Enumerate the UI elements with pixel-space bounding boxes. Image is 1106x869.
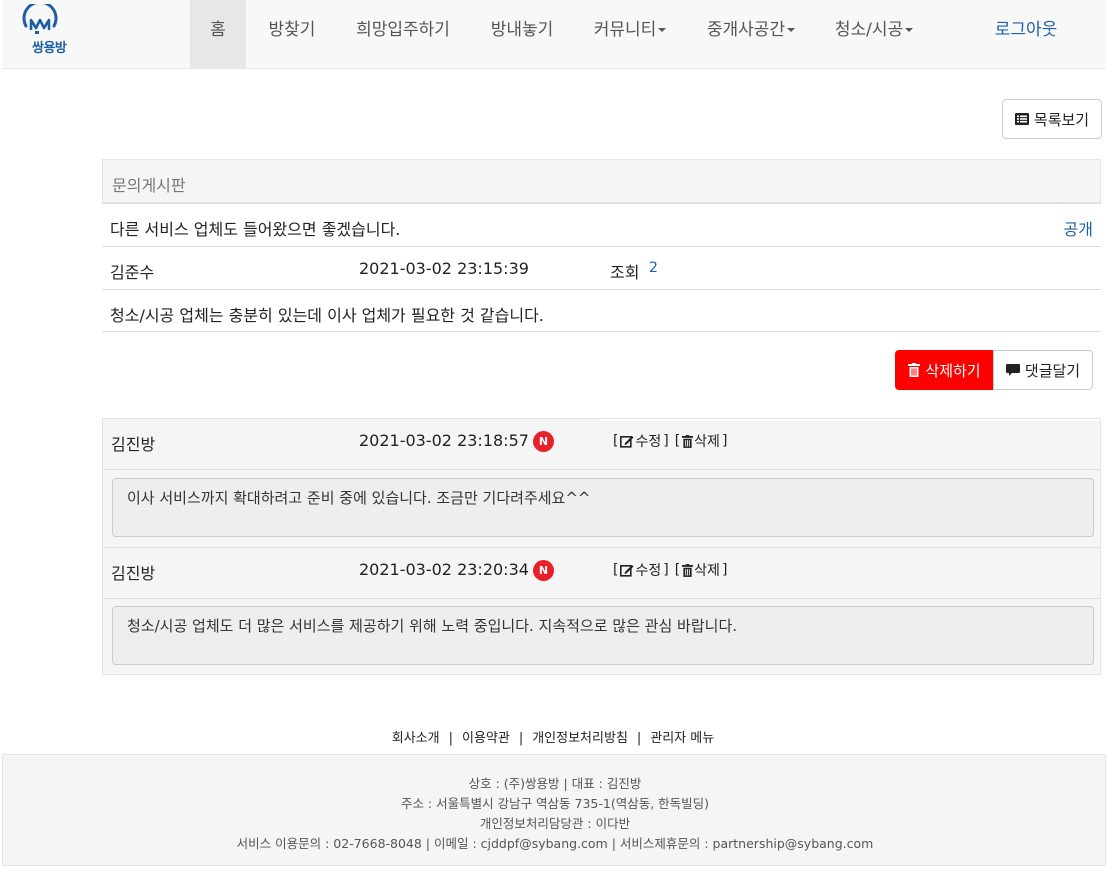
post-content-row: 청소/시공 업체는 충분히 있는데 이사 업체가 필요한 것 같습니다. xyxy=(102,289,1101,332)
post-meta-row: 김준수 2021-03-02 23:15:39 조회 2 xyxy=(102,246,1101,289)
add-comment-button-label: 댓글달기 xyxy=(1024,361,1081,380)
navbar: 쌍용방 홈 방찾기 희망입주하기 방내놓기 커뮤니티 중개사공간 청소/시공 로… xyxy=(2,0,1106,69)
post-datetime: 2021-03-02 23:15:39 xyxy=(359,259,529,278)
nav-home-label: 홈 xyxy=(210,20,226,40)
footer-link-terms[interactable]: 이용약관 xyxy=(462,731,510,746)
nav-home[interactable]: 홈 xyxy=(190,0,246,68)
comment-body: 청소/시공 업체도 더 많은 서비스를 제공하기 위해 노력 중입니다. 지속적… xyxy=(112,606,1094,665)
comment-delete-label: 삭제 xyxy=(694,434,720,450)
list-icon xyxy=(1014,113,1029,125)
brand-logo[interactable]: 쌍용방 xyxy=(18,4,88,60)
footer-link-privacy[interactable]: 개인정보처리방침 xyxy=(532,731,628,746)
comment-edit-link[interactable]: 수정 xyxy=(620,560,661,580)
list-view-button-label: 목록보기 xyxy=(1033,110,1090,129)
post-title-row: 다른 서비스 업체도 들어왔으면 좋겠습니다. 공개 xyxy=(102,203,1101,246)
comment-datetime-text: 2021-03-02 23:20:34 xyxy=(359,560,529,579)
post-views-label: 조회 xyxy=(610,263,640,282)
divider xyxy=(103,469,1100,470)
comment-delete-link[interactable]: 삭제 xyxy=(682,431,720,451)
post-content: 청소/시공 업체는 충분히 있는데 이사 업체가 필요한 것 같습니다. xyxy=(110,306,544,325)
nav-find-room-label: 방찾기 xyxy=(268,20,316,40)
comment-edit-link[interactable]: 수정 xyxy=(620,431,661,451)
post-author: 김준수 xyxy=(110,263,155,282)
brand-name: 쌍용방 xyxy=(32,41,67,56)
trash-icon xyxy=(682,434,694,448)
trash-icon xyxy=(682,563,694,577)
comment-list: 김진방 2021-03-02 23:18:57 N [ 수정 ] [ 삭제 ] 이… xyxy=(102,418,1101,675)
comment-delete-label: 삭제 xyxy=(694,563,720,579)
comment-header: 김진방 2021-03-02 23:18:57 N [ 수정 ] [ 삭제 ] xyxy=(103,419,1100,469)
board-name: 문의게시판 xyxy=(112,176,186,195)
separator: | xyxy=(448,731,453,746)
footer-contact: 서비스 이용문의 : 02-7668-8048 | 이메일 : cjddpf@s… xyxy=(236,836,874,851)
footer-address: 주소 : 서울특별시 강남구 역삼동 735-1(역삼동, 한독빌딩) xyxy=(400,796,710,811)
board-header: 문의게시판 xyxy=(102,159,1101,203)
bracket-open: [ xyxy=(674,562,681,578)
footer-privacy-officer: 개인정보처리담당관 : 이다반 xyxy=(479,816,631,831)
bracket-close: ] xyxy=(721,562,728,578)
edit-icon xyxy=(620,564,634,577)
footer-link-about[interactable]: 회사소개 xyxy=(392,731,440,746)
nav-cleaning-dropdown[interactable]: 청소/시공 xyxy=(828,0,920,68)
nav-cleaning-label: 청소/시공 xyxy=(834,20,904,40)
comment-actions: [ 수정 ] [ 삭제 ] xyxy=(613,560,727,580)
delete-post-button-label: 삭제하기 xyxy=(925,361,981,380)
bracket-close: ] xyxy=(663,433,669,449)
separator: | xyxy=(518,731,524,746)
comment-datetime-text: 2021-03-02 23:18:57 xyxy=(359,431,529,450)
divider xyxy=(103,598,1100,599)
nav-community-label: 커뮤니티 xyxy=(593,20,657,40)
comment-header: 김진방 2021-03-02 23:20:34 N [ 수정 ] [ 삭제 ] xyxy=(103,548,1100,598)
footer-company: 상호 : (주)쌍용방 | 대표 : 김진방 xyxy=(468,776,642,791)
new-badge: N xyxy=(532,560,554,581)
post-visibility: 공개 xyxy=(1063,220,1093,239)
trash-icon xyxy=(908,363,921,377)
nav-logout[interactable]: 로그아웃 xyxy=(986,0,1066,68)
footer-info: 상호 : (주)쌍용방 | 대표 : 김진방 주소 : 서울특별시 강남구 역삼… xyxy=(2,754,1106,866)
footer-links: 회사소개 | 이용약관 | 개인정보처리방침 | 관리자 메뉴 xyxy=(0,727,1106,746)
comment-delete-link[interactable]: 삭제 xyxy=(682,560,720,580)
post-views-count: 2 xyxy=(649,260,658,276)
bracket-open: [ xyxy=(674,433,681,449)
comment-datetime: 2021-03-02 23:20:34 N xyxy=(359,560,554,581)
comment-content: 이사 서비스까지 확대하려고 준비 중에 있습니다. 조금만 기다려주세요^^ xyxy=(127,489,591,507)
comment-body: 이사 서비스까지 확대하려고 준비 중에 있습니다. 조금만 기다려주세요^^ xyxy=(112,478,1094,537)
bracket-open: [ xyxy=(613,433,619,449)
separator: | xyxy=(636,731,642,746)
add-comment-button[interactable]: 댓글달기 xyxy=(993,350,1093,390)
bracket-open: [ xyxy=(613,562,619,578)
nav-wish-move-label: 희망입주하기 xyxy=(356,20,450,40)
new-badge: N xyxy=(532,431,554,452)
nav-broker-dropdown[interactable]: 중개사공간 xyxy=(700,0,802,68)
comment-author: 김진방 xyxy=(111,564,156,583)
nav-community-dropdown[interactable]: 커뮤니티 xyxy=(587,0,673,68)
bracket-close: ] xyxy=(721,433,728,449)
nav-find-room[interactable]: 방찾기 xyxy=(260,0,324,68)
comment-edit-label: 수정 xyxy=(635,563,662,579)
caret-down-icon xyxy=(658,28,667,32)
nav-list-room[interactable]: 방내놓기 xyxy=(482,0,562,68)
nav-broker-label: 중개사공간 xyxy=(706,20,786,40)
caret-down-icon xyxy=(905,28,914,32)
list-view-button[interactable]: 목록보기 xyxy=(1002,99,1102,139)
comment-icon xyxy=(1005,363,1020,376)
comment-actions: [ 수정 ] [ 삭제 ] xyxy=(613,431,727,451)
delete-post-button[interactable]: 삭제하기 xyxy=(895,350,994,390)
footer-link-admin[interactable]: 관리자 메뉴 xyxy=(650,731,714,746)
comment-author: 김진방 xyxy=(111,435,156,454)
edit-icon xyxy=(620,435,634,448)
comment-datetime: 2021-03-02 23:18:57 N xyxy=(359,431,554,452)
nav-wish-move[interactable]: 희망입주하기 xyxy=(350,0,456,68)
comment-content: 청소/시공 업체도 더 많은 서비스를 제공하기 위해 노력 중입니다. 지속적… xyxy=(127,617,738,635)
bracket-close: ] xyxy=(663,562,669,578)
caret-down-icon xyxy=(787,28,796,32)
nav-logout-label: 로그아웃 xyxy=(994,20,1058,40)
nav-list-room-label: 방내놓기 xyxy=(490,20,554,40)
post-title: 다른 서비스 업체도 들어왔으면 좋겠습니다. xyxy=(110,220,401,239)
comment-edit-label: 수정 xyxy=(635,434,662,450)
